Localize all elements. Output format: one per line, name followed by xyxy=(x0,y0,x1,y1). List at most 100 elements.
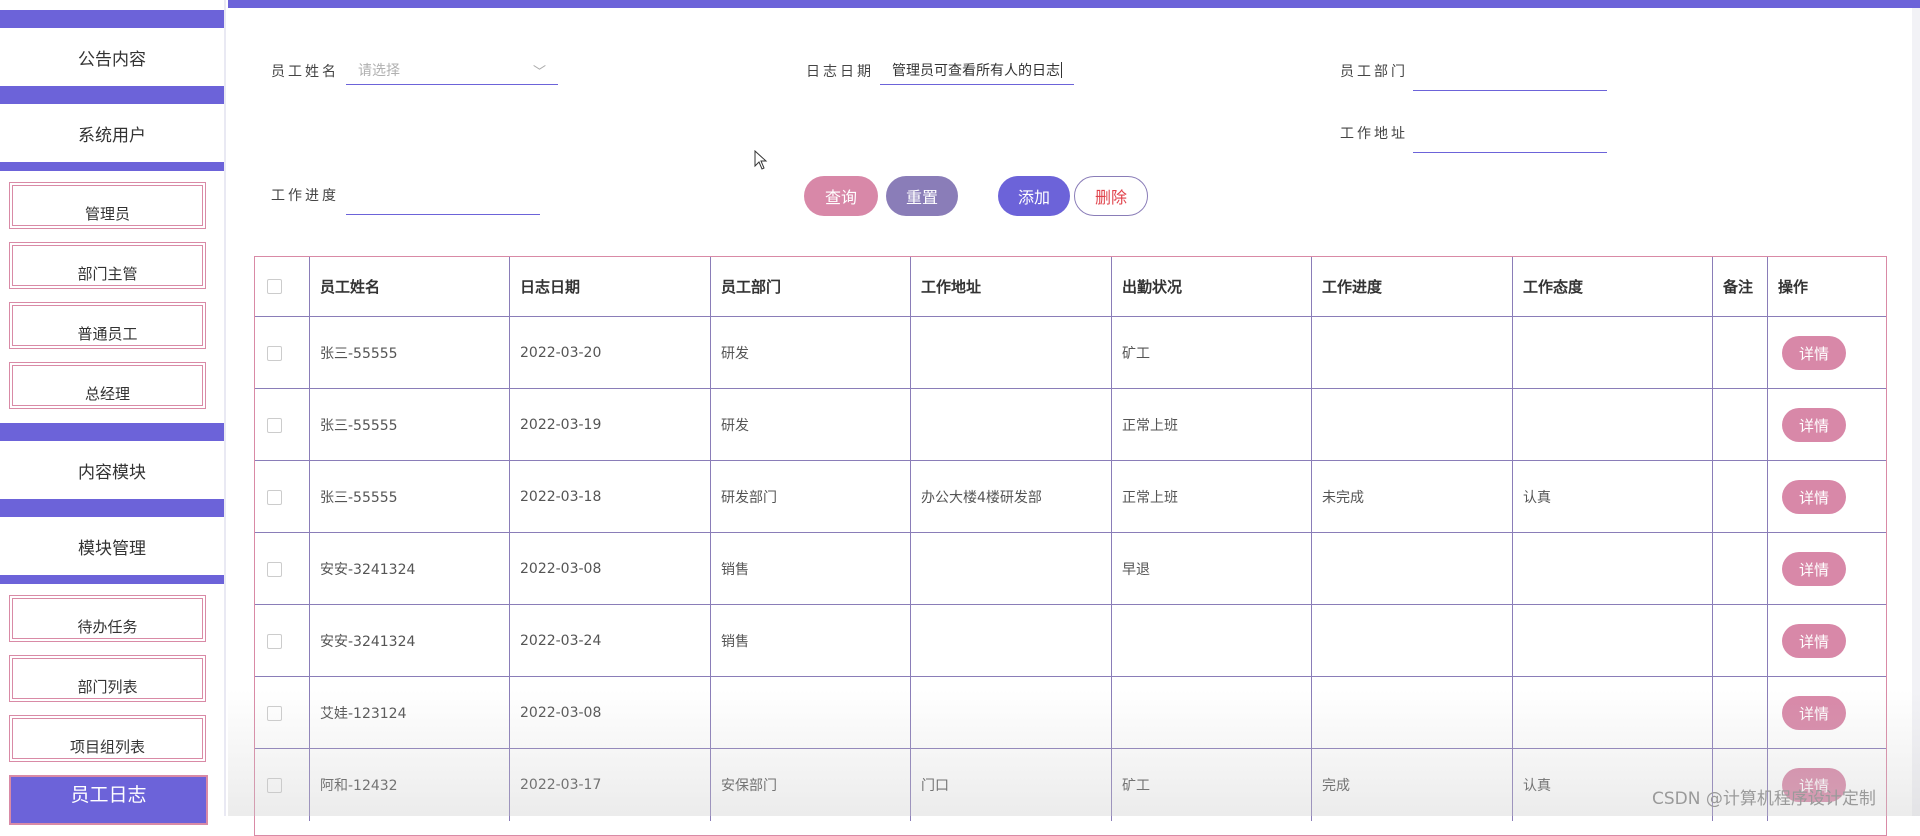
cell-attitude: 认真 xyxy=(1513,461,1713,533)
work-progress-input[interactable] xyxy=(346,185,540,215)
cell-progress xyxy=(1312,533,1513,605)
cell-date: 2022-03-19 xyxy=(510,389,711,461)
cell-name: 安安-3241324 xyxy=(310,533,510,605)
sidebar-section-announcements[interactable]: 公告内容 xyxy=(0,28,224,86)
cell-attitude xyxy=(1513,389,1713,461)
query-button[interactable]: 查询 xyxy=(804,176,878,216)
row-select-cell xyxy=(255,533,310,605)
header-progress[interactable]: 工作进度 xyxy=(1312,257,1513,316)
sidebar-item-label: 总经理 xyxy=(84,385,130,403)
sidebar-section-content[interactable]: 内容模块 xyxy=(0,441,224,499)
sidebar-item-label: 待办任务 xyxy=(77,618,138,636)
sidebar-item-label: 部门列表 xyxy=(77,678,138,696)
employee-dept-label: 员工部门 xyxy=(1340,64,1408,80)
log-date-value: 管理员可查看所有人的日志 xyxy=(892,62,1060,79)
log-date-input[interactable]: 管理员可查看所有人的日志 xyxy=(880,55,1074,85)
reset-button[interactable]: 重置 xyxy=(886,176,958,216)
cell-address xyxy=(911,677,1112,749)
work-address-label: 工作地址 xyxy=(1340,126,1408,142)
sidebar-section-modules[interactable]: 模块管理 xyxy=(0,517,224,575)
row-actions-cell: 详情 xyxy=(1768,533,1886,605)
cell-name: 安安-3241324 xyxy=(310,605,510,677)
sidebar-item-project-groups[interactable]: 项目组列表 xyxy=(9,715,206,762)
table-row: 艾娃-123124 2022-03-08 详情 xyxy=(255,676,1886,749)
detail-button[interactable]: 详情 xyxy=(1782,336,1846,370)
sidebar-item-label: 项目组列表 xyxy=(69,738,145,756)
cell-attitude xyxy=(1513,677,1713,749)
sidebar-section-label: 公告内容 xyxy=(78,49,146,70)
row-actions-cell: 详情 xyxy=(1768,605,1886,677)
sidebar-divider xyxy=(0,162,224,171)
cell-attitude xyxy=(1513,605,1713,677)
add-button[interactable]: 添加 xyxy=(998,176,1070,216)
sidebar-item-label: 部门主管 xyxy=(77,265,138,283)
table-row: 张三-55555 2022-03-19 研发 正常上班 详情 xyxy=(255,388,1886,461)
cell-attendance: 矿工 xyxy=(1112,749,1312,821)
cell-note xyxy=(1713,533,1768,605)
header-name[interactable]: 员工姓名 xyxy=(310,257,510,316)
cell-dept xyxy=(711,677,911,749)
row-select-cell xyxy=(255,389,310,461)
row-actions-cell: 详情 xyxy=(1768,317,1886,389)
sidebar-item-dept-list[interactable]: 部门列表 xyxy=(9,655,206,702)
sidebar-divider xyxy=(0,423,224,441)
cell-address xyxy=(911,533,1112,605)
header-address[interactable]: 工作地址 xyxy=(911,257,1112,316)
cell-note xyxy=(1713,317,1768,389)
delete-button[interactable]: 删除 xyxy=(1074,176,1148,216)
cell-dept: 销售 xyxy=(711,533,911,605)
sidebar-item-label: 普通员工 xyxy=(77,325,138,343)
header-attendance[interactable]: 出勤状况 xyxy=(1112,257,1312,316)
employee-name-select[interactable]: 请选择 ﹀ xyxy=(346,55,558,85)
cell-attendance: 早退 xyxy=(1112,533,1312,605)
cell-name: 阿和-12432 xyxy=(310,749,510,821)
detail-button[interactable]: 详情 xyxy=(1782,624,1846,658)
cell-attitude xyxy=(1513,317,1713,389)
work-address-input[interactable] xyxy=(1413,123,1607,153)
sidebar-section-system-users[interactable]: 系统用户 xyxy=(0,104,224,162)
table-row: 安安-3241324 2022-03-08 销售 早退 详情 xyxy=(255,532,1886,605)
detail-button[interactable]: 详情 xyxy=(1782,408,1846,442)
header-dept[interactable]: 员工部门 xyxy=(711,257,911,316)
sidebar-divider xyxy=(0,86,224,104)
header-attitude[interactable]: 工作态度 xyxy=(1513,257,1713,316)
sidebar-item-label: 员工日志 xyxy=(70,783,147,806)
header-note[interactable]: 备注 xyxy=(1713,257,1768,316)
row-checkbox[interactable] xyxy=(267,561,282,577)
sidebar-item-general-manager[interactable]: 总经理 xyxy=(9,362,206,409)
employee-dept-input[interactable] xyxy=(1413,61,1607,91)
employee-log-table: 员工姓名 日志日期 员工部门 工作地址 出勤状况 工作进度 工作态度 备注 操作… xyxy=(254,256,1887,836)
detail-button[interactable]: 详情 xyxy=(1782,696,1846,730)
sidebar-item-admin[interactable]: 管理员 xyxy=(9,182,206,229)
table-row: 安安-3241324 2022-03-24 销售 详情 xyxy=(255,604,1886,677)
scrollbar-track[interactable] xyxy=(1912,8,1920,816)
cell-attendance: 矿工 xyxy=(1112,317,1312,389)
sidebar-item-employee-log[interactable]: 员工日志 xyxy=(9,775,208,825)
detail-button[interactable]: 详情 xyxy=(1782,480,1846,514)
work-progress-label: 工作进度 xyxy=(271,188,339,204)
sidebar-item-employee[interactable]: 普通员工 xyxy=(9,302,206,349)
row-checkbox[interactable] xyxy=(267,633,282,649)
cell-progress xyxy=(1312,317,1513,389)
row-checkbox[interactable] xyxy=(267,777,282,793)
sidebar-divider xyxy=(0,575,224,584)
sidebar: 公告内容 系统用户 管理员 部门主管 普通员工 总经理 内容模块 模块管理 待办… xyxy=(0,0,226,825)
sidebar-item-dept-head[interactable]: 部门主管 xyxy=(9,242,206,289)
mouse-cursor-icon xyxy=(754,150,768,170)
row-checkbox[interactable] xyxy=(267,417,282,433)
cell-dept: 研发 xyxy=(711,317,911,389)
header-date[interactable]: 日志日期 xyxy=(510,257,711,316)
select-all-checkbox[interactable] xyxy=(267,279,282,294)
cell-name: 张三-55555 xyxy=(310,317,510,389)
row-checkbox[interactable] xyxy=(267,489,282,505)
cell-address xyxy=(911,317,1112,389)
cell-attendance: 正常上班 xyxy=(1112,461,1312,533)
row-select-cell xyxy=(255,461,310,533)
cell-date: 2022-03-20 xyxy=(510,317,711,389)
detail-button[interactable]: 详情 xyxy=(1782,552,1846,586)
row-checkbox[interactable] xyxy=(267,345,282,361)
cell-attendance xyxy=(1112,605,1312,677)
sidebar-item-todo[interactable]: 待办任务 xyxy=(9,595,206,642)
row-checkbox[interactable] xyxy=(267,705,282,721)
cell-dept: 研发部门 xyxy=(711,461,911,533)
